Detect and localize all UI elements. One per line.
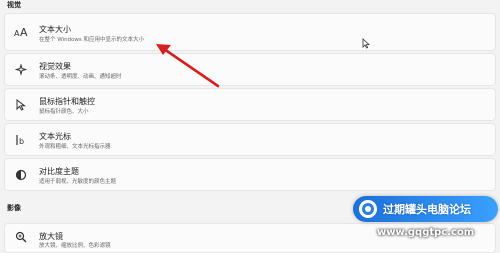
visual-effects-icon bbox=[14, 63, 28, 77]
setting-title: 文本大小 bbox=[39, 25, 71, 34]
setting-text-cursor[interactable]: b 文本光标 外观和粗细、文本光标指示器 bbox=[4, 123, 496, 156]
contrast-icon bbox=[14, 168, 28, 182]
setting-visual-effects[interactable]: 视觉效果 滚动条、透明度、动画、通知超时 bbox=[4, 53, 496, 86]
text-cursor-icon: b bbox=[14, 133, 28, 147]
watermark-site-name: 过期罐头电脑论坛 bbox=[383, 203, 471, 216]
setting-title: 鼠标指针和触控 bbox=[39, 97, 95, 106]
section-header-imaging: 影像 bbox=[7, 204, 21, 212]
watermark-badge: 过期罐头电脑论坛 bbox=[353, 196, 498, 222]
setting-subtitle: 在整个 Windows 和应用中显示的文本大小 bbox=[39, 37, 145, 43]
setting-subtitle: 放大镜、缩放比例、色彩滤镜 bbox=[39, 243, 111, 249]
setting-subtitle: 适用于弱视、光敏度的颜色主题 bbox=[39, 179, 117, 185]
svg-text:A: A bbox=[20, 26, 28, 38]
section-header-vision: 视觉 bbox=[7, 1, 21, 9]
forum-logo-icon bbox=[359, 200, 377, 218]
setting-subtitle: 滚动条、透明度、动画、通知超时 bbox=[39, 74, 122, 80]
setting-subtitle: 外观和粗细、文本光标指示器 bbox=[39, 144, 111, 150]
setting-text-size[interactable]: AA 文本大小 在整个 Windows 和应用中显示的文本大小 bbox=[4, 13, 496, 51]
setting-mouse-pointer[interactable]: 鼠标指针和触控 鼠标指针颜色、大小 bbox=[4, 88, 496, 121]
setting-title: 文本光标 bbox=[39, 132, 71, 141]
svg-text:b: b bbox=[19, 137, 24, 146]
mouse-cursor-icon bbox=[362, 34, 371, 53]
setting-title: 视觉效果 bbox=[39, 62, 71, 71]
setting-contrast-themes[interactable]: 对比度主题 适用于弱视、光敏度的颜色主题 bbox=[4, 158, 496, 191]
setting-subtitle: 鼠标指针颜色、大小 bbox=[39, 109, 89, 115]
setting-title: 对比度主题 bbox=[39, 167, 79, 176]
text-size-icon: AA bbox=[14, 25, 28, 39]
watermark: 过期罐头电脑论坛 www.gqgtpc.com bbox=[353, 196, 498, 246]
magnifier-icon bbox=[14, 230, 28, 244]
mouse-pointer-icon bbox=[14, 98, 28, 112]
watermark-url: www.gqgtpc.com bbox=[377, 227, 475, 238]
